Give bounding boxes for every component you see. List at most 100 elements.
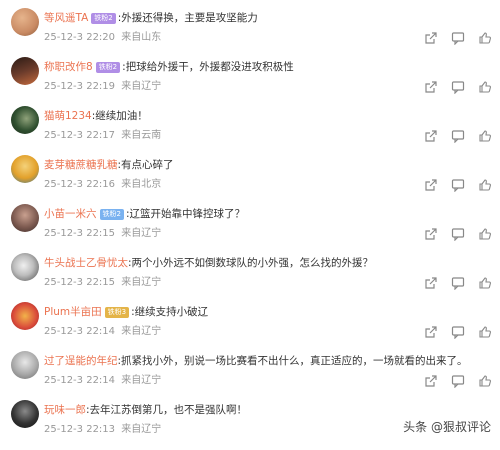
watermark: 头条 @狠叔评论 [400,417,494,436]
comment-item: 牛头战士乙骨忧太:两个小外远不如倒数球队的小外强，怎么找的外援？ 25-12-3… [0,253,500,303]
share-icon[interactable] [424,325,438,339]
comment-text: :有点心碎了 [117,159,174,171]
comment-item: 小苗一米六 铁粉2:辽篮开始靠中锋控球了？ 25-12-3 22:15 来自辽宁 [0,204,500,254]
avatar-image [11,302,39,330]
comment-location: 来自辽宁 [121,375,162,386]
commenter-name[interactable]: 小苗一米六 [44,208,97,220]
commenter-name[interactable]: 过了逞能的年纪 [44,355,118,367]
comment-actions [411,79,492,95]
avatar[interactable] [11,302,39,330]
comment-icon[interactable] [451,325,465,339]
share-icon[interactable] [424,374,438,388]
commenter-name[interactable]: 称职改作8 [44,61,93,73]
comment-location: 来自山东 [121,32,162,43]
like-icon[interactable] [478,178,492,192]
avatar[interactable] [11,400,39,428]
avatar-image [11,155,39,183]
avatar[interactable] [11,351,39,379]
comment-item: 等风遥TA 铁粉2:外援还得换，主要是攻坚能力 25-12-3 22:20 来自山… [0,8,500,58]
share-icon[interactable] [424,31,438,45]
commenter-name[interactable]: 猫萌1234 [44,110,92,122]
comment-actions [411,275,492,291]
comment-item: 麦芽糖蔗糖乳糖:有点心碎了 25-12-3 22:16 来自北京 [0,155,500,205]
comment-item: 猫萌1234:继续加油！ 25-12-3 22:17 来自云南 [0,106,500,156]
avatar[interactable] [11,57,39,85]
avatar-image [11,8,39,36]
share-icon[interactable] [424,80,438,94]
like-icon[interactable] [478,325,492,339]
comment-location: 来自北京 [121,179,162,190]
comment-text: :把球给外援干，外援都没进攻积极性 [122,61,294,73]
comment-time: 25-12-3 22:14 [44,375,116,386]
comment-item: 过了逞能的年纪:抓紧找小外，别说一场比赛看不出什么，真正适应的，一场就看的出来了… [0,351,500,401]
comment-time: 25-12-3 22:19 [44,81,116,92]
avatar[interactable] [11,155,39,183]
comment-icon[interactable] [451,80,465,94]
comment-text: :两个小外远不如倒数球队的小外强，怎么找的外援？ [128,257,374,269]
comment-location: 来自辽宁 [121,228,162,239]
comment-actions [411,30,492,46]
comment-time: 25-12-3 22:20 [44,32,116,43]
comment-icon[interactable] [451,178,465,192]
comment-text: :继续支持小破辽 [131,306,209,318]
like-icon[interactable] [478,80,492,94]
fan-badge: 铁粉2 [99,208,124,220]
comment-text: :继续加油！ [91,110,148,122]
comment-actions [411,373,492,389]
share-icon[interactable] [424,129,438,143]
comment-text: :去年江苏倒第几，也不是强队啊！ [86,404,248,416]
like-icon[interactable] [478,374,492,388]
comment-icon[interactable] [451,31,465,45]
fan-badge: 铁粉2 [95,61,121,73]
comment-location: 来自辽宁 [121,424,162,435]
comment-actions [411,324,492,340]
commenter-name[interactable]: 玩味一郎 [44,404,86,416]
comment-time: 25-12-3 22:15 [44,277,116,288]
avatar[interactable] [11,204,39,232]
fan-badge: 铁粉3 [104,306,130,318]
fan-badge: 铁粉2 [91,12,116,24]
like-icon[interactable] [478,129,492,143]
like-icon[interactable] [478,276,492,290]
comment-time: 25-12-3 22:17 [44,130,116,141]
share-icon[interactable] [424,227,438,241]
comment-actions [411,177,492,193]
avatar[interactable] [11,8,39,36]
comment-text: :外援还得换，主要是攻坚能力 [117,12,258,24]
comment-location: 来自云南 [121,130,162,141]
comment-time: 25-12-3 22:15 [44,228,116,239]
comment-text: :辽篮开始靠中锋控球了？ [125,208,246,220]
avatar-image [11,351,39,379]
avatar[interactable] [11,253,39,281]
commenter-name[interactable]: 等风遥TA [44,12,88,24]
like-icon[interactable] [478,31,492,45]
avatar-image [11,57,39,85]
comment-actions [411,226,492,242]
comment-location: 来自辽宁 [121,277,162,288]
avatar-image [11,400,39,428]
comment-item: Plum半亩田 铁粉3:继续支持小破辽 25-12-3 22:14 来自辽宁 [0,302,500,352]
comment-location: 来自辽宁 [121,326,162,337]
comment-location: 来自辽宁 [121,81,162,92]
commenter-name[interactable]: Plum半亩田 [44,306,102,318]
comment-icon[interactable] [451,129,465,143]
commenter-name[interactable]: 牛头战士乙骨忧太 [44,257,128,269]
comment-time: 25-12-3 22:13 [44,424,116,435]
share-icon[interactable] [424,276,438,290]
comment-actions [411,128,492,144]
commenter-name[interactable]: 麦芽糖蔗糖乳糖 [44,159,118,171]
comment-icon[interactable] [451,374,465,388]
comment-time: 25-12-3 22:14 [44,326,116,337]
avatar[interactable] [11,106,39,134]
like-icon[interactable] [478,227,492,241]
comment-text: :抓紧找小外，别说一场比赛看不出什么，真正适应的，一场就看的出来了。 [117,355,468,367]
avatar-image [11,204,39,232]
comment-item: 称职改作8 铁粉2:把球给外援干，外援都没进攻积极性 25-12-3 22:19 … [0,57,500,107]
comment-list: 等风遥TA 铁粉2:外援还得换，主要是攻坚能力 25-12-3 22:20 来自山… [0,0,500,440]
comment-icon[interactable] [451,227,465,241]
comment-time: 25-12-3 22:16 [44,179,116,190]
avatar-image [11,253,39,281]
comment-icon[interactable] [451,276,465,290]
avatar-image [11,106,39,134]
share-icon[interactable] [424,178,438,192]
